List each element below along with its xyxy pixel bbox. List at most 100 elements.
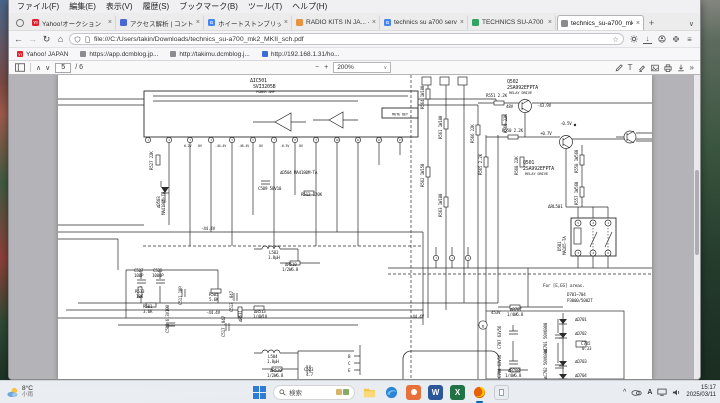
bookmark-item-2[interactable]: http://takimu.dcmblog.j... [170,51,249,58]
edge-icon[interactable] [384,385,399,400]
svg-text:C511 18P: C511 18P [178,286,183,305]
svg-text:ΔD701: ΔD701 [575,317,587,322]
close-icon[interactable]: × [108,19,112,26]
bookmark-star-icon[interactable]: ☆ [612,35,619,44]
menu-item-4[interactable]: ブックマーク(B) [175,1,242,12]
more-tools-button[interactable]: » [690,63,694,72]
document-icon [84,36,91,43]
tab-title: RADIO KITS IN JA... - CLASS AA [306,19,369,26]
scrollbar-thumb[interactable] [695,170,699,255]
svg-text:+0.7V: +0.7V [540,131,552,136]
downloads-icon[interactable]: ↓ [643,35,652,44]
pdf-gutter-left [9,75,58,379]
onedrive-icon[interactable] [631,388,642,396]
svg-text:4.7: 4.7 [306,372,314,377]
svg-text:R557 1W560: R557 1W560 [574,181,579,205]
clock[interactable]: 15:17 2025/03/11 [686,385,716,399]
svg-text:RELAY DRIVE: RELAY DRIVE [509,90,533,95]
draw-icon[interactable] [615,64,623,72]
menu-icon[interactable]: ≡ [685,35,694,44]
svg-text:-6.5V: -6.5V [280,144,289,148]
close-icon[interactable]: × [548,19,552,26]
page-up-button[interactable]: ∧ [36,64,41,72]
volume-icon[interactable] [672,388,681,397]
image-icon[interactable] [651,64,659,72]
menu-item-0[interactable]: ファイル(F) [13,1,63,12]
weather-widget[interactable]: 8°C 小雨 [6,385,33,399]
excel-icon[interactable]: X [450,385,465,400]
photos-icon[interactable] [406,385,421,400]
tab-0[interactable]: Y!Yahoo!オークション× [29,15,116,30]
bookmark-item-0[interactable]: Y!Yahoo! JAPAN [17,51,68,58]
menu-item-3[interactable]: 履歴(S) [139,1,174,12]
pdf-viewport: 12345678910111213521346341 ΔIC501SVI3205… [9,75,700,379]
close-icon[interactable]: × [372,19,376,26]
zoom-select[interactable]: 200% ∨ [333,62,391,73]
sidebar-toggle-icon[interactable] [15,63,25,72]
close-icon[interactable]: × [636,20,640,27]
search-box[interactable]: 検索 [273,385,355,400]
menu-item-1[interactable]: 編集(E) [65,1,100,12]
ime-indicator[interactable]: A [647,389,652,396]
file-explorer-icon[interactable] [362,385,377,400]
account-icon[interactable] [657,35,666,44]
url-bar[interactable]: file:///C:/Users/takin/Downloads/technic… [69,33,624,45]
svg-text:-46.4V: -46.4V [238,144,249,148]
firefox-icon[interactable] [472,385,487,400]
svg-text:5.6K: 5.6K [209,297,219,302]
close-icon[interactable]: × [196,19,200,26]
new-tab-button[interactable]: + [645,18,658,28]
svg-text:0V: 0V [259,144,263,148]
gear-icon[interactable] [629,35,638,44]
menu-item-5[interactable]: ツール(T) [244,1,286,12]
pdf-tools: T » [615,63,694,72]
print-icon[interactable] [664,64,672,72]
menu-item-6[interactable]: ヘルプ(H) [288,1,331,12]
tab-title: technics su a700 service manu... [394,19,457,26]
svg-text:0V: 0V [198,144,202,148]
list-tabs-button[interactable]: ∨ [685,20,698,28]
tab-5[interactable]: TECHNICS SU-A700 MK2 MKII ...× [469,15,556,30]
search-label: 検索 [289,387,302,397]
tab-4[interactable]: Gtechnics su a700 service manu...× [381,15,468,30]
home-button[interactable]: ⌂ [55,34,66,44]
svg-text:For [E,EG] areas.: For [E,EG] areas. [543,283,585,289]
page-number-input[interactable] [55,63,71,73]
reload-button[interactable]: ↻ [41,34,52,45]
back-button[interactable]: ← [13,34,24,44]
word-icon[interactable]: W [428,385,443,400]
taskbar-center: 検索 W X [252,385,509,400]
start-button[interactable] [252,385,266,399]
weather-temp: 8°C [22,385,33,392]
download-icon[interactable] [677,64,685,72]
forward-button[interactable]: → [27,34,38,44]
close-icon[interactable]: × [460,19,464,26]
bookmark-item-3[interactable]: http://192.168.1.31/ho... [262,51,340,58]
page-down-button[interactable]: ∨ [45,64,50,72]
manual-icon [472,19,479,26]
tab-6[interactable]: technics_su-a700_mk2_MKII_sch.pdf× [557,15,644,30]
vertical-scrollbar[interactable] [694,75,700,379]
zoom-in-button[interactable]: + [324,64,328,71]
shield-icon [74,36,81,43]
tab-1[interactable]: アクセス解析 | コントロールパネル |× [117,15,204,30]
zoom-out-button[interactable]: − [315,64,319,71]
bookmark-item-1[interactable]: https://app.dcmblog.jp... [80,51,158,58]
notepad-icon[interactable] [494,385,509,400]
svg-text:1/2W6.8: 1/2W6.8 [267,373,284,378]
yahoo-icon: Y! [32,19,39,26]
svg-text:MA4180M-TA: MA4180M-TA [161,191,166,215]
close-icon[interactable]: × [284,19,288,26]
network-icon[interactable] [657,388,667,396]
bookmark-label: Yahoo! JAPAN [26,51,68,58]
tray-chevron-icon[interactable]: ^ [623,389,626,396]
tab-3[interactable]: RADIO KITS IN JA... - CLASS AA× [293,15,380,30]
tab-2[interactable]: Gホイートストンブリッジ 回路 technic× [205,15,292,30]
menu-item-2[interactable]: 表示(V) [102,1,137,12]
svg-text:-44.4V: -44.4V [206,310,221,315]
highlight-icon[interactable] [638,64,646,72]
firefox-view-icon[interactable] [13,16,27,29]
svg-text:R512 120K: R512 120K [301,192,323,197]
extensions-icon[interactable] [671,35,680,44]
text-annotation-icon[interactable]: T [628,63,633,72]
